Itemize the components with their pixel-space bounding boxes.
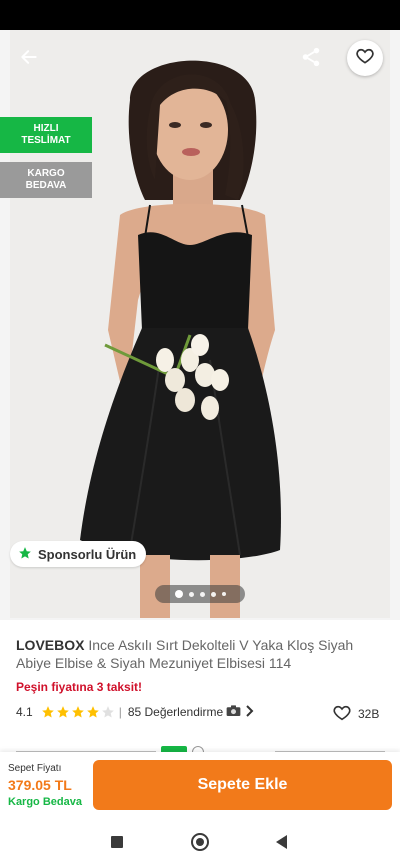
- status-bar: [0, 0, 400, 30]
- carousel-dot[interactable]: [210, 591, 216, 597]
- fast-delivery-line2: TESLİMAT: [21, 135, 71, 146]
- system-nav-bar: [0, 820, 400, 866]
- rating-value: 4.1: [16, 705, 33, 719]
- fast-delivery-badge: HIZLI TESLİMAT: [0, 117, 92, 153]
- system-back-button[interactable]: [276, 835, 287, 849]
- product-title: LOVEBOX Ince Askılı Sırt Dekolteli V Yak…: [16, 636, 386, 672]
- reviews-link[interactable]: 85 Değerlendirme: [127, 704, 254, 720]
- like-button[interactable]: 32B: [332, 703, 379, 724]
- camera-icon: [226, 704, 241, 720]
- chevron-right-icon: [244, 704, 254, 720]
- cart-price-label: Sepet Fiyatı: [8, 763, 62, 774]
- rating-row[interactable]: 4.1 | 85 Değerlendirme: [16, 703, 386, 721]
- carousel-indicator: [155, 585, 245, 603]
- back-button[interactable]: [14, 44, 44, 74]
- star-icon: [18, 546, 32, 563]
- home-button[interactable]: [191, 833, 209, 851]
- recent-apps-button[interactable]: [111, 836, 123, 848]
- rating-divider: |: [118, 705, 122, 719]
- heart-icon: [355, 46, 375, 71]
- sponsored-badge: Sponsorlu Ürün: [10, 541, 147, 567]
- like-count: 32B: [358, 706, 380, 721]
- share-button[interactable]: [296, 44, 326, 74]
- free-cargo-badge: KARGO BEDAVA: [0, 162, 92, 198]
- favorite-button[interactable]: [347, 40, 383, 76]
- fast-delivery-line1: HIZLI: [33, 123, 59, 134]
- cart-price: 379.05 TL: [8, 777, 72, 793]
- star-icon: [56, 706, 69, 718]
- carousel-dot[interactable]: [221, 592, 226, 596]
- reviews-count: 85 Değerlendirme: [127, 705, 224, 719]
- product-brand[interactable]: LOVEBOX: [16, 637, 84, 653]
- add-to-cart-button[interactable]: Sepete Ekle: [93, 760, 392, 810]
- sponsored-label: Sponsorlu Ürün: [38, 546, 137, 562]
- star-icon: [41, 706, 54, 718]
- back-arrow-icon: [19, 47, 39, 72]
- add-to-cart-bar: Sepet Fiyatı 379.05 TL Kargo Bedava Sepe…: [0, 752, 400, 820]
- product-image-carousel[interactable]: HIZLI TESLİMAT KARGO BEDAVA Sponsorlu Ür…: [0, 30, 400, 620]
- free-cargo-line2: BEDAVA: [25, 180, 67, 191]
- heart-icon: [332, 703, 352, 724]
- carousel-dot[interactable]: [199, 591, 205, 597]
- star-empty-icon: [101, 706, 114, 718]
- carousel-dot[interactable]: [188, 591, 194, 597]
- free-cargo-line1: KARGO: [27, 168, 65, 179]
- installment-text: Peşin fiyatına 3 taksit!: [16, 680, 143, 694]
- rating-stars: [41, 705, 115, 719]
- star-icon: [86, 706, 99, 718]
- star-icon: [71, 706, 84, 718]
- carousel-dot[interactable]: [174, 590, 183, 598]
- free-cargo-label: Kargo Bedava: [8, 796, 82, 808]
- share-icon: [300, 46, 322, 73]
